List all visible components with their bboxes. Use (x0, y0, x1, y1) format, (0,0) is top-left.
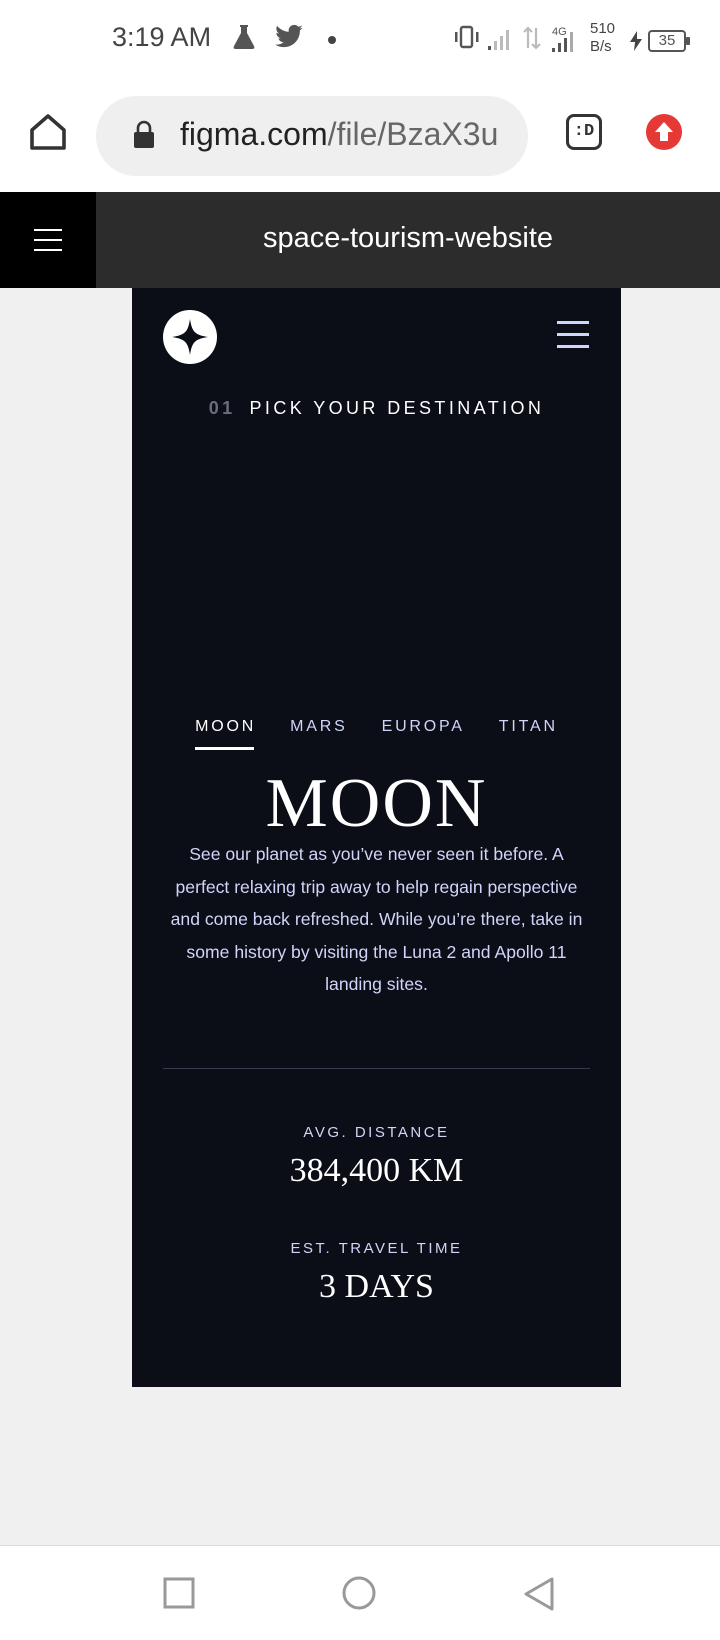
planet-image-placeholder (254, 446, 499, 691)
mobile-frame: 01 PICK YOUR DESTINATION MOON MARS EUROPA… (132, 288, 621, 1387)
divider (163, 1068, 590, 1069)
destination-tabs: MOON MARS EUROPA TITAN (132, 718, 621, 750)
figma-canvas[interactable]: 01 PICK YOUR DESTINATION MOON MARS EUROPA… (0, 288, 720, 1545)
net-speed-value: 510 (590, 20, 616, 37)
url-bar[interactable]: figma.com/file/BzaX3u (96, 96, 528, 176)
tab-switcher-button[interactable]: :D (566, 114, 602, 150)
home-circle-icon[interactable] (340, 1576, 378, 1614)
flask-icon (233, 25, 255, 49)
battery-indicator: 35 (648, 30, 690, 52)
url-text[interactable]: figma.com/file/BzaX3u (180, 116, 498, 153)
eyebrow-text: PICK YOUR DESTINATION (249, 398, 545, 418)
data-arrows-icon (523, 26, 541, 50)
logo[interactable] (163, 310, 217, 364)
tab-mars[interactable]: MARS (290, 718, 347, 750)
destination-name: MOON (265, 765, 488, 842)
figma-header: space-tourism-website (0, 192, 720, 288)
status-bar: 3:19 AM 4G 510 B/s 35 (0, 0, 720, 84)
twitter-icon (275, 24, 303, 48)
update-button[interactable] (646, 114, 682, 150)
tab-europa[interactable]: EUROPA (382, 718, 465, 750)
tab-moon[interactable]: MOON (195, 718, 256, 750)
recents-square-icon[interactable] (162, 1576, 196, 1610)
charging-icon (630, 31, 642, 51)
arrow-up-icon (655, 122, 673, 141)
net-speed-unit: B/s (590, 38, 612, 55)
browser-toolbar: figma.com/file/BzaX3u :D (0, 84, 720, 192)
net-speed: 510 B/s (590, 20, 615, 56)
system-nav-bar (0, 1545, 720, 1640)
status-time: 3:19 AM (112, 22, 212, 52)
network-type-label: 4G (552, 26, 567, 38)
home-icon[interactable] (26, 110, 70, 154)
hamburger-menu-icon[interactable] (557, 321, 589, 349)
stat-travel-label: EST. TRAVEL TIME (290, 1240, 463, 1257)
figma-menu-button[interactable] (0, 192, 96, 288)
dot-icon (328, 36, 336, 44)
page-eyebrow: 01 PICK YOUR DESTINATION (132, 398, 621, 419)
url-path: /file/BzaX3u (327, 116, 499, 152)
back-triangle-icon[interactable] (522, 1576, 556, 1614)
signal-4g-icon: 4G (552, 26, 573, 52)
signal-icon (488, 30, 509, 50)
url-domain: figma.com (180, 116, 328, 152)
stat-distance-value: 384,400 KM (289, 1152, 464, 1189)
stat-distance-label: AVG. DISTANCE (303, 1124, 450, 1141)
stat-travel-value: 3 DAYS (319, 1268, 434, 1305)
destination-description: See our planet as you’ve never seen it b… (170, 844, 583, 994)
lock-icon (134, 120, 154, 148)
star-logo-icon (172, 319, 208, 355)
vibrate-icon (455, 25, 479, 49)
tab-titan[interactable]: TITAN (499, 718, 558, 750)
eyebrow-number: 01 (208, 398, 236, 418)
figma-file-title: space-tourism-website (262, 222, 554, 254)
